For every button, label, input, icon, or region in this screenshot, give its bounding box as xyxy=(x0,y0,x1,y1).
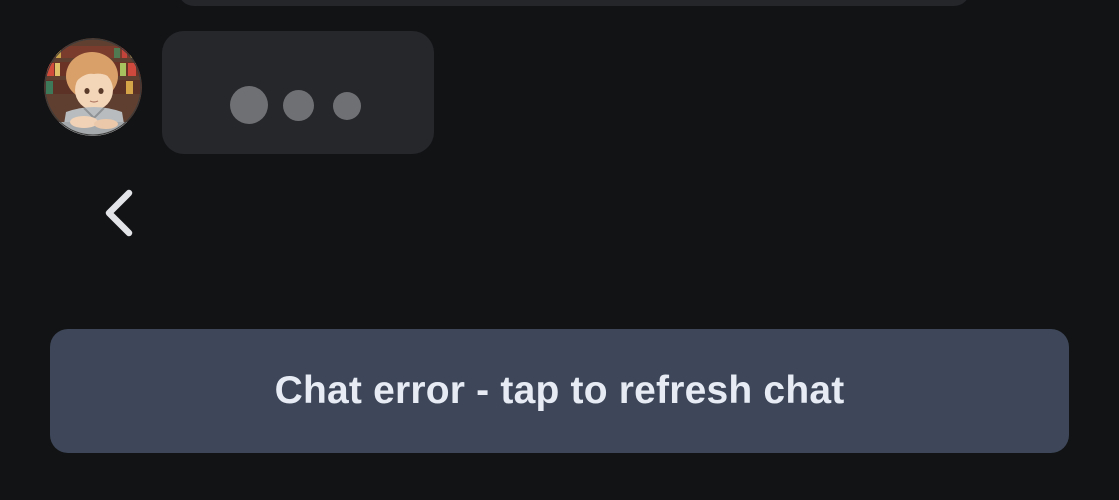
typing-dot xyxy=(283,90,314,121)
character-avatar-icon[interactable] xyxy=(44,38,142,136)
error-message-label: Chat error - tap to refresh chat xyxy=(274,369,845,412)
typing-dot xyxy=(333,92,361,120)
typing-dot xyxy=(230,86,268,124)
typing-dots-icon xyxy=(162,31,434,154)
refresh-chat-button[interactable]: Chat error - tap to refresh chat xyxy=(50,329,1069,453)
previous-message-bubble xyxy=(178,0,970,6)
chevron-left-icon[interactable] xyxy=(92,186,142,240)
chat-screen: Chat error - tap to refresh chat xyxy=(0,0,1119,500)
